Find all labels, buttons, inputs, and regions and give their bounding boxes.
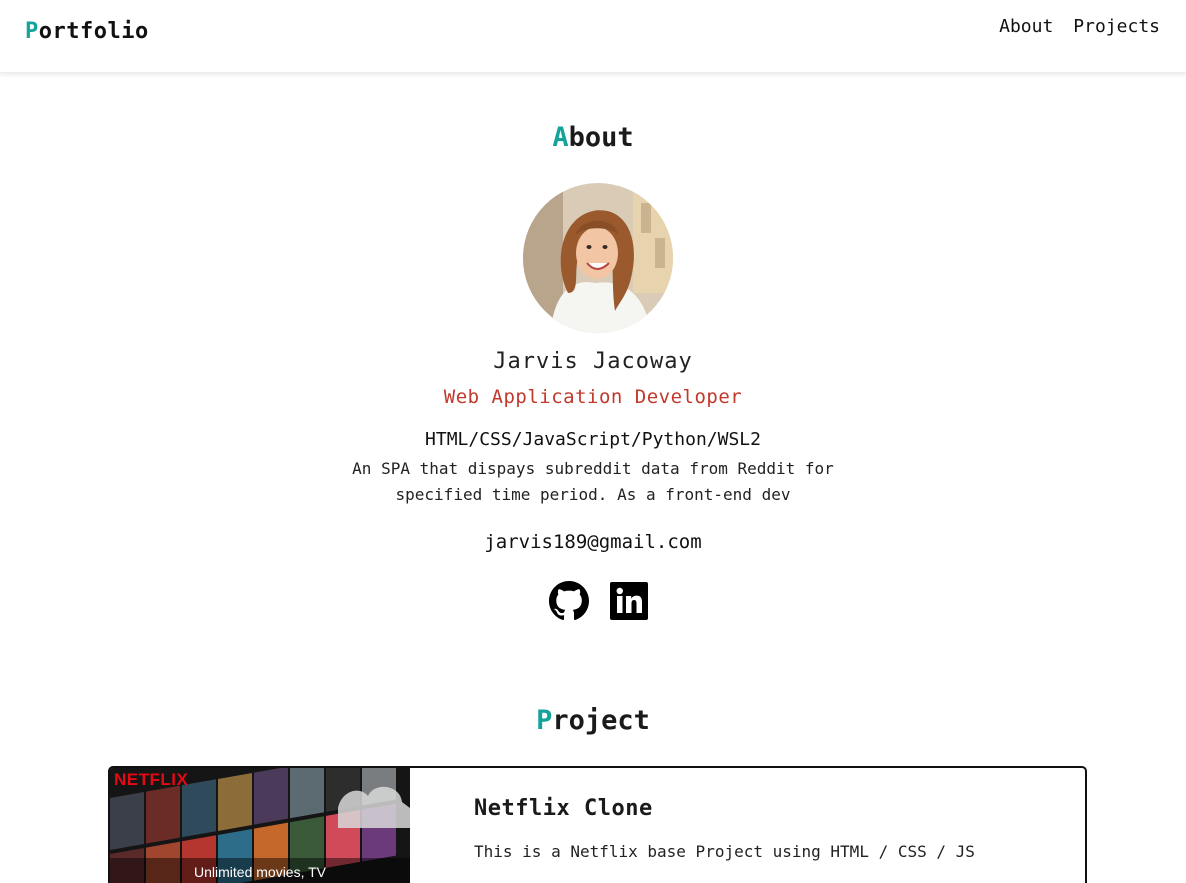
profile-name: Jarvis Jacoway [493, 349, 693, 374]
about-title-accent-letter: A [552, 122, 569, 153]
project-thumbnail: NETFLIX Unlimited movies, TV [110, 768, 410, 883]
nav-link-about[interactable]: About [999, 16, 1053, 37]
about-title-text: bout [568, 122, 634, 153]
project-description: This is a Netflix base Project using HTM… [474, 842, 975, 861]
project-title-text: roject [552, 705, 650, 736]
avatar [523, 183, 673, 333]
netflix-logo: NETFLIX [114, 770, 189, 789]
profile-tech-stack: HTML/CSS/JavaScript/Python/WSL2 [425, 429, 761, 450]
project-title-accent-letter: P [536, 705, 553, 736]
project-section-title: Project [0, 705, 1186, 736]
profile-description: An SPA that dispays subreddit data from … [352, 459, 834, 504]
profile-photo-icon [523, 183, 673, 333]
navbar: Portfolio About Projects [0, 0, 1186, 73]
linkedin-icon[interactable] [609, 581, 649, 621]
project-card[interactable]: NETFLIX Unlimited movies, TV Netflix Clo… [108, 766, 1087, 883]
profile-email[interactable]: jarvis189@gmail.com [0, 531, 1186, 553]
profile-role: Web Application Developer [443, 386, 743, 408]
nav-links: About Projects [999, 16, 1160, 37]
brand-accent-letter: P [25, 19, 39, 44]
social-links [549, 581, 649, 621]
profile-description-wrapper: An SPA that dispays subreddit data from … [0, 456, 1186, 508]
github-icon[interactable] [549, 581, 589, 621]
nav-link-projects[interactable]: Projects [1073, 16, 1160, 37]
about-section-title: About [0, 122, 1186, 153]
thumbnail-caption: Unlimited movies, TV [194, 864, 327, 880]
brand-logo[interactable]: Portfolio [25, 19, 149, 44]
project-title[interactable]: Netflix Clone [474, 796, 653, 821]
brand-text: ortfolio [38, 19, 149, 44]
